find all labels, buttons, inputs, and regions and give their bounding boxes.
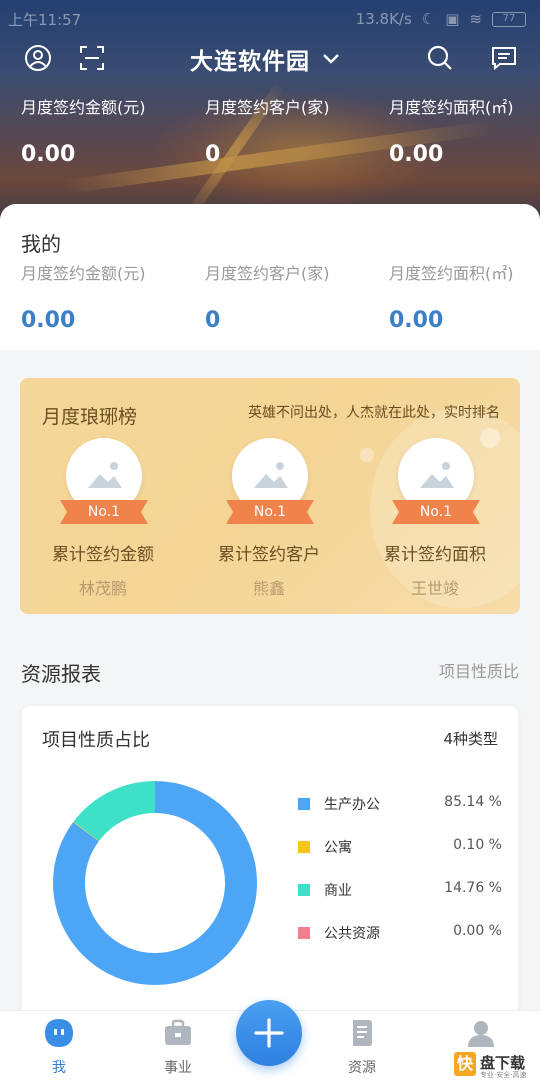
winner-category: 累计签约金额 [52, 545, 154, 565]
message-icon[interactable] [490, 44, 518, 72]
legend-value: 0.10 % [453, 837, 502, 853]
legend-swatch [298, 927, 310, 939]
legend-swatch [298, 884, 310, 896]
legend-value: 85.14 % [444, 794, 502, 810]
moon-icon: ☾ [421, 10, 436, 28]
legend-item[interactable]: 商业 14.76 % [296, 880, 502, 923]
stat-customers: 月度签约客户(家) 0 [205, 94, 330, 167]
nav-item-resources[interactable]: 资源 [322, 1017, 402, 1077]
leaderboard-slogan: 英雄不问出处，人杰就在此处，实时排名 [248, 405, 500, 421]
project-selector[interactable]: 大连软件园 [190, 42, 340, 76]
winner-category: 累计签约面积 [384, 545, 486, 565]
project-title: 大连软件园 [190, 49, 310, 75]
winner-customers[interactable]: No.1 累计签约客户 熊鑫 [194, 438, 344, 599]
winner-area[interactable]: No.1 累计签约面积 王世竣 [360, 438, 510, 599]
chevron-down-icon [322, 50, 340, 69]
scan-icon[interactable] [78, 44, 106, 72]
legend-label: 公共资源 [324, 926, 380, 942]
stat-value: 0 [205, 308, 221, 333]
medal: No.1 [194, 438, 344, 530]
winner-name: 林茂鹏 [78, 579, 127, 598]
watermark-logo: 快 盘下载 专业·安全·高速 [454, 1052, 536, 1079]
battery-icon: 77 [492, 11, 526, 27]
rank-ribbon: No.1 [392, 500, 480, 524]
briefcase-icon [162, 1017, 194, 1049]
winner-name: 王世竣 [410, 579, 459, 598]
leaderboard-title: 月度琅琊榜 [42, 406, 138, 428]
report-section-link[interactable]: 项目性质比 [439, 658, 519, 682]
winner-amount[interactable]: No.1 累计签约金额 林茂鹏 [28, 438, 178, 599]
person-icon [465, 1017, 497, 1049]
leaderboard-card[interactable]: 月度琅琊榜 英雄不问出处，人杰就在此处，实时排名 No.1 累计签约金额 林茂鹏… [20, 378, 520, 614]
donut-chart [53, 781, 257, 985]
winner-name: 熊鑫 [252, 579, 285, 598]
winner-category: 累计签约客户 [218, 545, 320, 565]
nav-item-contacts[interactable] [441, 1017, 521, 1057]
project-type-chart-card: 项目性质占比 4种类型 生产办公 85.14 % 公寓 0.10 % 商业 14.76 %… [22, 706, 518, 1026]
nav-label: 资源 [348, 1060, 376, 1076]
search-icon[interactable] [426, 44, 454, 72]
my-stats-card: 我的 月度签约金额(元) 0.00 月度签约客户(家) 0 月度签约面积(㎡) … [0, 204, 540, 350]
legend-label: 商业 [324, 883, 352, 899]
report-section-title: 资源报表 [21, 662, 101, 686]
medal: No.1 [28, 438, 178, 530]
network-speed: 13.8K/s [355, 10, 412, 28]
chart-title: 项目性质占比 [42, 730, 150, 751]
stat-value: 0.00 [21, 142, 76, 167]
document-icon [346, 1017, 378, 1049]
my-stat-customers: 月度签约客户(家) 0 [205, 260, 330, 333]
stat-value: 0.00 [389, 308, 444, 333]
stat-area: 月度签约面积(㎡) 0.00 [389, 94, 514, 167]
status-bar: 上午11:57 13.8K/s ☾ ▣ ≋ 77 [8, 8, 526, 30]
nav-label: 事业 [164, 1060, 192, 1076]
watermark-subtext: 专业·安全·高速 [480, 1071, 527, 1079]
legend-value: 14.76 % [444, 880, 502, 896]
stat-label: 月度签约金额(元) [21, 264, 146, 283]
user-icon[interactable] [24, 44, 52, 72]
type-count: 4种类型 [443, 730, 498, 748]
nav-label: 我 [52, 1060, 66, 1076]
legend-item[interactable]: 公寓 0.10 % [296, 837, 502, 880]
legend-item[interactable]: 生产办公 85.14 % [296, 794, 502, 837]
chart-legend: 生产办公 85.14 % 公寓 0.10 % 商业 14.76 % 公共资源 0.00 % [296, 794, 502, 966]
rank-ribbon: No.1 [226, 500, 314, 524]
medal: No.1 [360, 438, 510, 530]
stat-label: 月度签约面积(㎡) [389, 264, 514, 283]
top-bar: 大连软件园 [0, 40, 540, 76]
nav-item-me[interactable]: 我 [19, 1017, 99, 1077]
stat-label: 月度签约客户(家) [205, 264, 330, 283]
legend-label: 生产办公 [324, 797, 380, 813]
rank-ribbon: No.1 [60, 500, 148, 524]
stat-label: 月度签约面积(㎡) [389, 98, 514, 117]
stat-value: 0.00 [389, 142, 444, 167]
me-icon [43, 1017, 75, 1049]
legend-swatch [298, 841, 310, 853]
wifi-icon: ≋ [469, 10, 482, 28]
legend-item[interactable]: 公共资源 0.00 % [296, 923, 502, 966]
my-stat-area: 月度签约面积(㎡) 0.00 [389, 260, 514, 333]
status-time: 上午11:57 [8, 10, 82, 29]
stat-value: 0.00 [21, 308, 76, 333]
legend-swatch [298, 798, 310, 810]
my-stat-amount: 月度签约金额(元) 0.00 [21, 260, 146, 333]
legend-value: 0.00 % [453, 923, 502, 939]
stat-label: 月度签约金额(元) [21, 98, 146, 117]
watermark-badge: 快 [454, 1052, 476, 1076]
stat-label: 月度签约客户(家) [205, 98, 330, 117]
my-heading: 我的 [21, 232, 61, 256]
plus-icon [254, 1018, 284, 1048]
add-button[interactable] [236, 1000, 302, 1066]
legend-label: 公寓 [324, 840, 352, 856]
stat-amount: 月度签约金额(元) 0.00 [21, 94, 146, 167]
sim-icon: ▣ [445, 10, 460, 28]
nav-item-business[interactable]: 事业 [138, 1017, 218, 1077]
stat-value: 0 [205, 142, 221, 167]
